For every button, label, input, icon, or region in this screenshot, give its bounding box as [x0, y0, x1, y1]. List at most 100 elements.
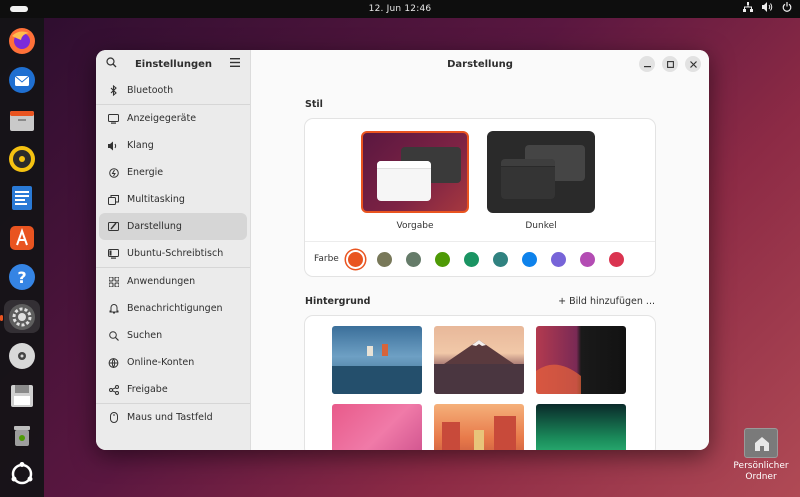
wallpaper-grid	[305, 316, 655, 450]
wallpaper-thumbnail[interactable]	[536, 404, 626, 450]
dock-firefox-icon[interactable]	[4, 24, 40, 57]
sidebar-item-multitasking[interactable]: Multitasking	[99, 186, 247, 213]
add-picture-button[interactable]: + Bild hinzufügen ...	[558, 296, 655, 307]
accent-color-swatch[interactable]	[406, 251, 421, 267]
dock-settings-icon[interactable]	[0, 299, 40, 334]
accent-color-swatch[interactable]	[609, 251, 624, 267]
system-tray[interactable]	[743, 2, 792, 17]
background-header: Hintergrund + Bild hinzufügen ...	[305, 296, 655, 307]
preview-front-window	[501, 159, 555, 199]
bluetooth-icon	[108, 85, 119, 96]
sidebar-item-label: Energie	[127, 167, 164, 178]
sidebar-item-label: Bluetooth	[127, 85, 174, 96]
multitasking-icon	[108, 194, 119, 205]
hamburger-menu-icon[interactable]	[229, 58, 240, 70]
dock-help-icon[interactable]: ?	[4, 261, 40, 294]
dock-thunderbird-icon[interactable]	[4, 63, 40, 96]
wallpaper-thumbnail[interactable]	[434, 404, 524, 450]
desktop-icon	[108, 248, 119, 259]
sidebar-item-label: Maus und Tastfeld	[127, 412, 213, 423]
accent-color-swatch[interactable]	[551, 251, 566, 267]
accent-color-swatch[interactable]	[377, 251, 392, 267]
dock-show-apps-icon[interactable]	[4, 458, 40, 491]
sidebar-item-label: Suchen	[127, 330, 163, 341]
volume-icon[interactable]	[762, 2, 773, 17]
sidebar-item-bluetooth[interactable]: Bluetooth	[99, 77, 247, 104]
accent-color-swatch[interactable]	[493, 251, 508, 267]
apps-grid-icon	[108, 276, 119, 287]
network-icon[interactable]	[743, 2, 753, 17]
sidebar-item-label: Freigabe	[127, 384, 168, 395]
window-controls	[639, 56, 701, 72]
sidebar-item-search[interactable]: Suchen	[99, 322, 247, 349]
style-heading: Stil	[305, 99, 323, 110]
close-button[interactable]	[685, 56, 701, 72]
top-bar: 12. Jun 12:46	[0, 0, 800, 18]
sidebar-item-label: Darstellung	[127, 221, 182, 232]
accent-color-swatch[interactable]	[580, 251, 595, 267]
desktop-home-folder[interactable]: Persönlicher Ordner	[726, 428, 796, 483]
accent-color-row: Farbe	[305, 241, 655, 276]
dock-app-center-icon[interactable]	[4, 221, 40, 254]
wallpaper-thumbnail[interactable]	[332, 326, 422, 394]
sidebar-item-sharing[interactable]: Freigabe	[99, 376, 247, 403]
sidebar-search-icon[interactable]	[106, 57, 117, 71]
sidebar-item-mouse[interactable]: Maus und Tastfeld	[99, 404, 247, 431]
sidebar-item-label: Ubuntu-Schreibtisch	[127, 248, 224, 259]
dock-trash-icon[interactable]	[4, 418, 40, 451]
sidebar-item-appearance[interactable]: Darstellung	[99, 213, 247, 240]
sidebar-item-sound[interactable]: Klang	[99, 132, 247, 159]
accent-color-swatch[interactable]	[464, 251, 479, 267]
sidebar-item-label: Klang	[127, 140, 154, 151]
dock: ?	[0, 18, 44, 497]
dock-writer-icon[interactable]	[4, 182, 40, 215]
theme-dark-label: Dunkel	[525, 221, 557, 231]
accent-color-label: Farbe	[314, 254, 339, 264]
sidebar-item-apps[interactable]: Anwendungen	[99, 268, 247, 295]
sidebar-item-notifications[interactable]: Benachrichtigungen	[99, 295, 247, 322]
home-folder-icon[interactable]	[744, 428, 778, 458]
theme-dark-preview[interactable]	[487, 131, 595, 213]
accent-color-swatch[interactable]	[435, 251, 450, 267]
sidebar-item-power[interactable]: Energie	[99, 159, 247, 186]
sidebar-item-online-accounts[interactable]: Online-Konten	[99, 349, 247, 376]
wallpaper-thumbnail[interactable]	[332, 404, 422, 450]
panel-title: Darstellung	[447, 58, 513, 70]
sidebar-item-displays[interactable]: Anzeigegeräte	[99, 105, 247, 132]
settings-sidebar: Einstellungen Bluetooth Anzeigegeräte Kl…	[96, 50, 251, 450]
home-folder-label-line1: Persönlicher	[733, 461, 789, 471]
activities-button[interactable]	[10, 6, 28, 12]
search-icon	[108, 330, 119, 341]
share-icon	[108, 384, 119, 395]
dock-files-icon[interactable]	[4, 103, 40, 136]
clock[interactable]: 12. Jun 12:46	[369, 4, 432, 14]
appearance-panel: Darstellung Stil Vorgabe Dunkel Farbe Hi…	[251, 50, 709, 450]
display-icon	[108, 113, 119, 124]
theme-default-preview[interactable]	[361, 131, 469, 213]
power-menu-icon[interactable]	[782, 2, 792, 17]
power-icon	[108, 167, 119, 178]
background-heading: Hintergrund	[305, 296, 371, 307]
theme-dark-option[interactable]: Dunkel	[487, 131, 595, 231]
appearance-icon	[108, 221, 119, 232]
wallpaper-thumbnail[interactable]	[434, 326, 524, 394]
dock-save-icon[interactable]	[4, 379, 40, 412]
style-card: Vorgabe Dunkel Farbe	[305, 119, 655, 276]
dock-disc-icon[interactable]	[4, 339, 40, 372]
minimize-icon	[643, 65, 651, 67]
sidebar-item-label: Anwendungen	[127, 276, 196, 287]
maximize-button[interactable]	[662, 56, 678, 72]
theme-default-option[interactable]: Vorgabe	[361, 131, 469, 231]
accent-color-swatch[interactable]	[522, 251, 537, 267]
sidebar-item-ubuntu-desktop[interactable]: Ubuntu-Schreibtisch	[99, 240, 247, 267]
minimize-button[interactable]	[639, 56, 655, 72]
home-folder-label-line2: Ordner	[745, 472, 777, 482]
panel-header: Darstellung	[251, 50, 709, 78]
sidebar-title: Einstellungen	[134, 58, 213, 70]
accent-color-swatch[interactable]	[348, 251, 363, 267]
wallpaper-thumbnail[interactable]	[536, 326, 626, 394]
speaker-icon	[108, 140, 119, 151]
dock-rhythmbox-icon[interactable]	[4, 142, 40, 175]
sidebar-list: Bluetooth Anzeigegeräte Klang Energie Mu…	[96, 77, 250, 431]
theme-default-label: Vorgabe	[396, 221, 434, 231]
